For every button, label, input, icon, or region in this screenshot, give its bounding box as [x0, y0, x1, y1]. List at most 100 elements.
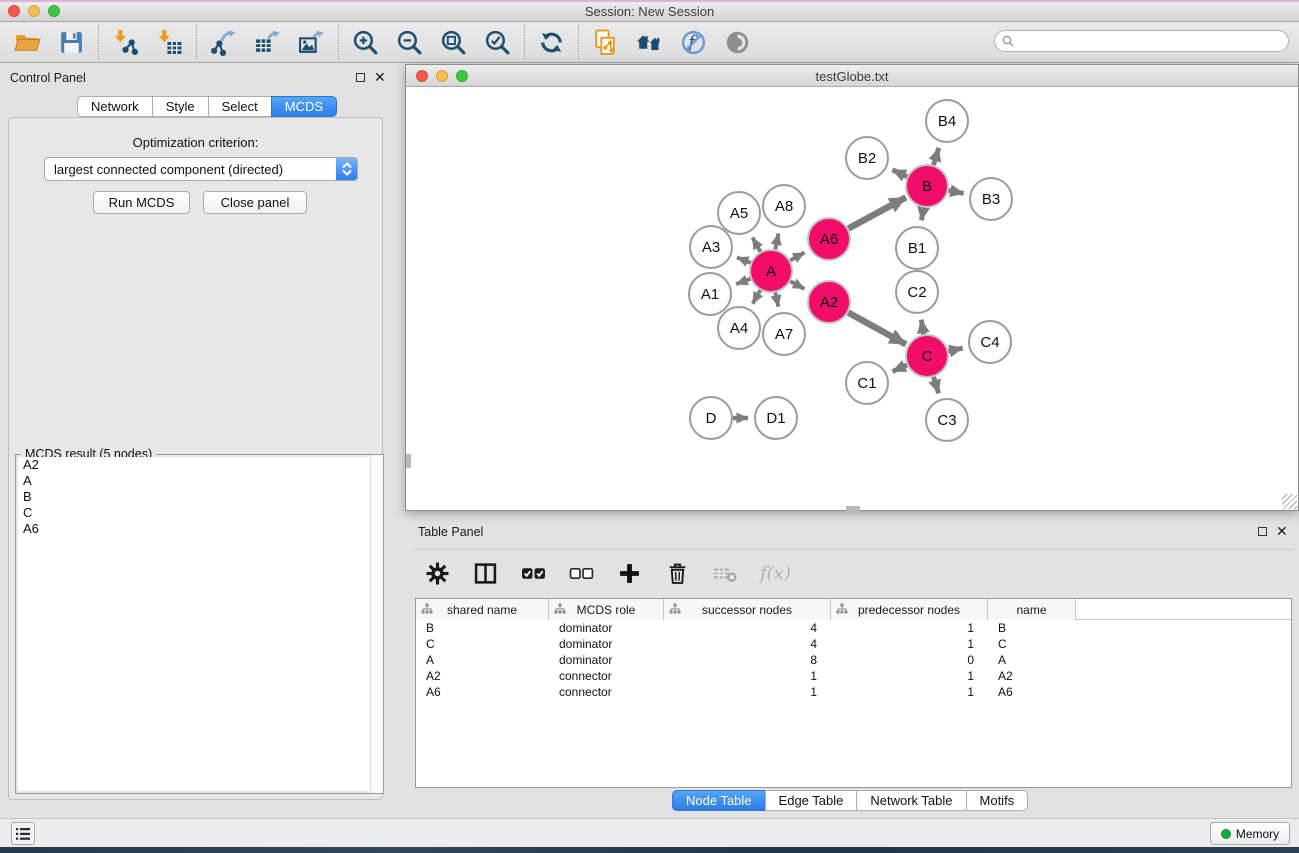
tab-node-table[interactable]: Node Table	[672, 790, 766, 811]
tab-motifs[interactable]: Motifs	[966, 790, 1029, 811]
edge-C-C2[interactable]	[921, 320, 923, 335]
edge-A-A5[interactable]	[753, 238, 761, 252]
criterion-dropdown[interactable]: largest connected component (directed)	[44, 157, 358, 181]
table-row[interactable]: Bdominator41B	[416, 620, 1291, 636]
columns-icon[interactable]	[472, 560, 499, 587]
edge-A-A7[interactable]	[775, 293, 778, 307]
graph-node-A2[interactable]: A2	[808, 281, 850, 323]
graph-node-A7[interactable]: A7	[763, 313, 805, 355]
graph-node-A3[interactable]: A3	[690, 226, 732, 268]
graph-node-C4[interactable]: C4	[969, 321, 1011, 363]
graph-node-B3[interactable]: B3	[970, 178, 1012, 220]
edge-A-A2[interactable]	[790, 281, 804, 288]
tab-network[interactable]: Network	[77, 96, 153, 117]
resize-grip-icon[interactable]	[1282, 494, 1297, 509]
edge-B-B2[interactable]	[892, 170, 907, 177]
birdseye-icon[interactable]	[724, 29, 751, 56]
edge-A6-B[interactable]	[848, 197, 906, 228]
delete-table-icon[interactable]	[712, 560, 739, 587]
column-header-shared-name[interactable]: shared name	[416, 599, 549, 620]
graph-node-D[interactable]: D	[690, 397, 732, 439]
settings-gear-icon[interactable]	[424, 560, 451, 587]
search-field[interactable]	[994, 30, 1289, 52]
open-session-icon[interactable]	[14, 29, 41, 56]
graph-node-D1[interactable]: D1	[755, 397, 797, 439]
edge-A-A6[interactable]	[790, 253, 804, 261]
graph-node-A4[interactable]: A4	[718, 307, 760, 349]
tab-network-table[interactable]: Network Table	[856, 790, 966, 811]
deselect-all-icon[interactable]	[568, 560, 595, 587]
edge-A-A4[interactable]	[753, 290, 761, 303]
graph-node-B1[interactable]: B1	[896, 227, 938, 269]
graph-node-A8[interactable]: A8	[763, 185, 805, 227]
graph-node-C2[interactable]: C2	[896, 271, 938, 313]
table-row[interactable]: A6connector11A6	[416, 684, 1291, 700]
zoom-fit-icon[interactable]	[440, 29, 467, 56]
close-panel-icon[interactable]: ✕	[374, 72, 386, 82]
refresh-icon[interactable]	[538, 29, 565, 56]
tab-select[interactable]: Select	[208, 96, 272, 117]
import-table-icon[interactable]	[156, 29, 183, 56]
tab-edge-table[interactable]: Edge Table	[765, 790, 858, 811]
float-table-panel-icon[interactable]	[1258, 527, 1267, 536]
graph-node-C3[interactable]: C3	[926, 399, 968, 441]
column-header-predecessor-nodes[interactable]: predecessor nodes	[831, 599, 988, 620]
table-row[interactable]: A2connector11A2	[416, 668, 1291, 684]
clone-network-icon[interactable]	[592, 29, 619, 56]
import-network-icon[interactable]	[112, 29, 139, 56]
close-table-panel-icon[interactable]: ✕	[1276, 526, 1288, 536]
result-item[interactable]: B	[18, 489, 381, 505]
graph-node-B[interactable]: B	[906, 165, 948, 207]
home-icon[interactable]	[636, 29, 663, 56]
result-scrollbar[interactable]	[370, 455, 383, 793]
network-hscroll-thumb[interactable]	[846, 506, 860, 511]
graph-node-B2[interactable]: B2	[846, 137, 888, 179]
memory-button[interactable]: Memory	[1210, 822, 1290, 845]
table-row[interactable]: Cdominator41C	[416, 636, 1291, 652]
graph-node-C1[interactable]: C1	[846, 362, 888, 404]
add-icon[interactable]	[616, 560, 643, 587]
table-row[interactable]: Adominator80A	[416, 652, 1291, 668]
zoom-selected-icon[interactable]	[484, 29, 511, 56]
edge-A-A1[interactable]	[736, 279, 750, 284]
tab-mcds[interactable]: MCDS	[271, 96, 337, 117]
select-all-icon[interactable]	[520, 560, 547, 587]
zoom-in-icon[interactable]	[352, 29, 379, 56]
hide-graphics-icon[interactable]: f	[680, 29, 707, 56]
export-table-icon[interactable]	[254, 29, 281, 56]
column-header-successor-nodes[interactable]: successor nodes	[664, 599, 831, 620]
zoom-out-icon[interactable]	[396, 29, 423, 56]
result-item[interactable]: A2	[18, 457, 381, 473]
delete-icon[interactable]	[664, 560, 691, 587]
graph-node-B4[interactable]: B4	[926, 100, 968, 142]
graph-node-A[interactable]: A	[750, 250, 792, 292]
save-session-icon[interactable]	[58, 29, 85, 56]
close-panel-button[interactable]: Close panel	[203, 191, 307, 214]
edge-C-C4[interactable]	[949, 348, 963, 351]
function-builder-icon[interactable]: f(x)	[760, 563, 791, 584]
edge-C-C1[interactable]	[893, 365, 907, 372]
result-item[interactable]: C	[18, 505, 381, 521]
result-item[interactable]: A6	[18, 521, 381, 537]
edge-A2-C[interactable]	[848, 313, 906, 345]
tab-style[interactable]: Style	[152, 96, 209, 117]
edge-B-B4[interactable]	[934, 148, 939, 165]
edge-A-A8[interactable]	[775, 234, 778, 250]
float-panel-icon[interactable]	[356, 73, 365, 82]
network-vscroll-thumb[interactable]	[406, 454, 411, 468]
edge-B-B1[interactable]	[922, 208, 924, 221]
graph-node-A5[interactable]: A5	[718, 192, 760, 234]
export-network-icon[interactable]	[210, 29, 237, 56]
network-canvas[interactable]: B4 B2 B B3 A8A5 A6 B1 A3 A C2 A1 A2 A4A7 C4 C C1 D D1 C3	[406, 88, 1298, 509]
search-input[interactable]	[1014, 32, 1288, 50]
edge-A-A3[interactable]	[737, 257, 751, 262]
graph-node-C[interactable]: C	[906, 335, 948, 377]
graph-node-A6[interactable]: A6	[808, 218, 850, 260]
column-header-name[interactable]: name	[988, 599, 1076, 620]
graph-node-A1[interactable]: A1	[689, 273, 731, 315]
network-window-titlebar[interactable]: testGlobe.txt	[406, 65, 1298, 87]
task-history-button[interactable]	[11, 822, 35, 845]
edge-B-B3[interactable]	[949, 190, 964, 193]
export-image-icon[interactable]	[298, 29, 325, 56]
run-mcds-button[interactable]: Run MCDS	[93, 191, 190, 214]
